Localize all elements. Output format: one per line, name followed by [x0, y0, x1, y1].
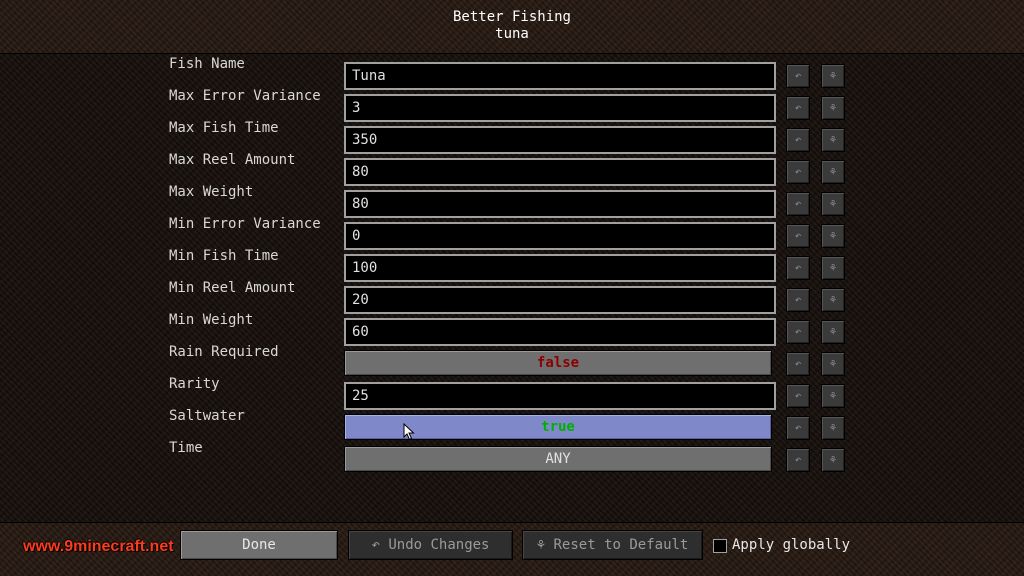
config-value-input[interactable] [344, 254, 776, 282]
screen-subtitle: tuna [495, 26, 529, 42]
config-value-input[interactable] [344, 94, 776, 122]
config-row-label: Min Weight [169, 312, 254, 328]
config-toggle-value: false [536, 355, 580, 371]
row-undo-icon[interactable]: ↶ [786, 352, 810, 376]
config-value-input[interactable] [344, 158, 776, 186]
config-row: Max Weight ↶ ⚘ [0, 184, 1024, 218]
config-value-input[interactable] [344, 318, 776, 346]
config-row: Max Reel Amount ↶ ⚘ [0, 152, 1024, 186]
row-undo-icon[interactable]: ↶ [786, 160, 810, 184]
row-undo-icon[interactable]: ↶ [786, 288, 810, 312]
row-reset-default-icon[interactable]: ⚘ [821, 416, 845, 440]
config-row: Fish Name ↶ ⚘ [0, 56, 1024, 90]
row-reset-default-icon[interactable]: ⚘ [821, 224, 845, 248]
row-undo-icon[interactable]: ↶ [786, 448, 810, 472]
config-row-label: Min Error Variance [169, 216, 321, 232]
config-value-input[interactable] [344, 222, 776, 250]
config-toggle-button[interactable]: false [344, 350, 772, 376]
config-row: Max Fish Time ↶ ⚘ [0, 120, 1024, 154]
config-row: Rain Required false ↶ ⚘ [0, 344, 1024, 376]
config-toggle-value: ANY [545, 451, 571, 467]
row-reset-default-icon[interactable]: ⚘ [821, 384, 845, 408]
config-row: Saltwater true ↶ ⚘ [0, 408, 1024, 440]
row-reset-default-icon[interactable]: ⚘ [821, 160, 845, 184]
screen-header: Better Fishing tuna [0, 0, 1024, 52]
row-undo-icon[interactable]: ↶ [786, 192, 810, 216]
row-undo-icon[interactable]: ↶ [786, 224, 810, 248]
config-row-label: Time [169, 440, 203, 456]
config-row-label: Max Reel Amount [169, 152, 296, 168]
config-entry-list[interactable]: Fish Name↶⚘Max Error Variance↶⚘Max Fish … [0, 53, 1024, 523]
row-reset-default-icon[interactable]: ⚘ [821, 192, 845, 216]
config-row-label: Rain Required [169, 344, 279, 360]
config-value-input[interactable] [344, 126, 776, 154]
undo-changes-button[interactable]: ↶ Undo Changes [348, 530, 513, 560]
row-reset-default-icon[interactable]: ⚘ [821, 288, 845, 312]
row-undo-icon[interactable]: ↶ [786, 320, 810, 344]
row-reset-default-icon[interactable]: ⚘ [821, 320, 845, 344]
apply-globally-checkbox[interactable] [713, 539, 727, 553]
config-toggle-value: true [541, 419, 575, 435]
config-row: Time ANY ↶ ⚘ [0, 440, 1024, 472]
config-row: Min Reel Amount ↶ ⚘ [0, 280, 1024, 314]
row-undo-icon[interactable]: ↶ [786, 64, 810, 88]
row-reset-default-icon[interactable]: ⚘ [821, 448, 845, 472]
done-button[interactable]: Done [180, 530, 338, 560]
row-undo-icon[interactable]: ↶ [786, 96, 810, 120]
watermark-text: www.9minecraft.net [23, 538, 174, 555]
config-row-label: Fish Name [169, 56, 245, 72]
config-row: Rarity ↶ ⚘ [0, 376, 1024, 410]
row-reset-default-icon[interactable]: ⚘ [821, 64, 845, 88]
config-value-input[interactable] [344, 190, 776, 218]
config-row: Min Weight ↶ ⚘ [0, 312, 1024, 346]
config-row-label: Max Weight [169, 184, 254, 200]
config-row-label: Max Fish Time [169, 120, 279, 136]
row-undo-icon[interactable]: ↶ [786, 128, 810, 152]
config-value-input[interactable] [344, 382, 776, 410]
config-row-label: Max Error Variance [169, 88, 321, 104]
config-row: Min Fish Time ↶ ⚘ [0, 248, 1024, 282]
config-value-input[interactable] [344, 62, 776, 90]
reset-to-default-button[interactable]: ⚘ Reset to Default [522, 530, 703, 560]
config-row-label: Saltwater [169, 408, 245, 424]
row-undo-icon[interactable]: ↶ [786, 416, 810, 440]
config-row: Min Error Variance ↶ ⚘ [0, 216, 1024, 250]
config-row-label: Min Reel Amount [169, 280, 296, 296]
config-value-input[interactable] [344, 286, 776, 314]
config-row-label: Rarity [169, 376, 220, 392]
config-cycle-button[interactable]: ANY [344, 446, 772, 472]
apply-globally-label: Apply globally [732, 537, 851, 553]
config-row-label: Min Fish Time [169, 248, 279, 264]
screen-title: Better Fishing [452, 9, 571, 25]
row-reset-default-icon[interactable]: ⚘ [821, 256, 845, 280]
row-reset-default-icon[interactable]: ⚘ [821, 128, 845, 152]
row-undo-icon[interactable]: ↶ [786, 256, 810, 280]
row-reset-default-icon[interactable]: ⚘ [821, 352, 845, 376]
row-undo-icon[interactable]: ↶ [786, 384, 810, 408]
config-row: Max Error Variance ↶ ⚘ [0, 88, 1024, 122]
row-reset-default-icon[interactable]: ⚘ [821, 96, 845, 120]
